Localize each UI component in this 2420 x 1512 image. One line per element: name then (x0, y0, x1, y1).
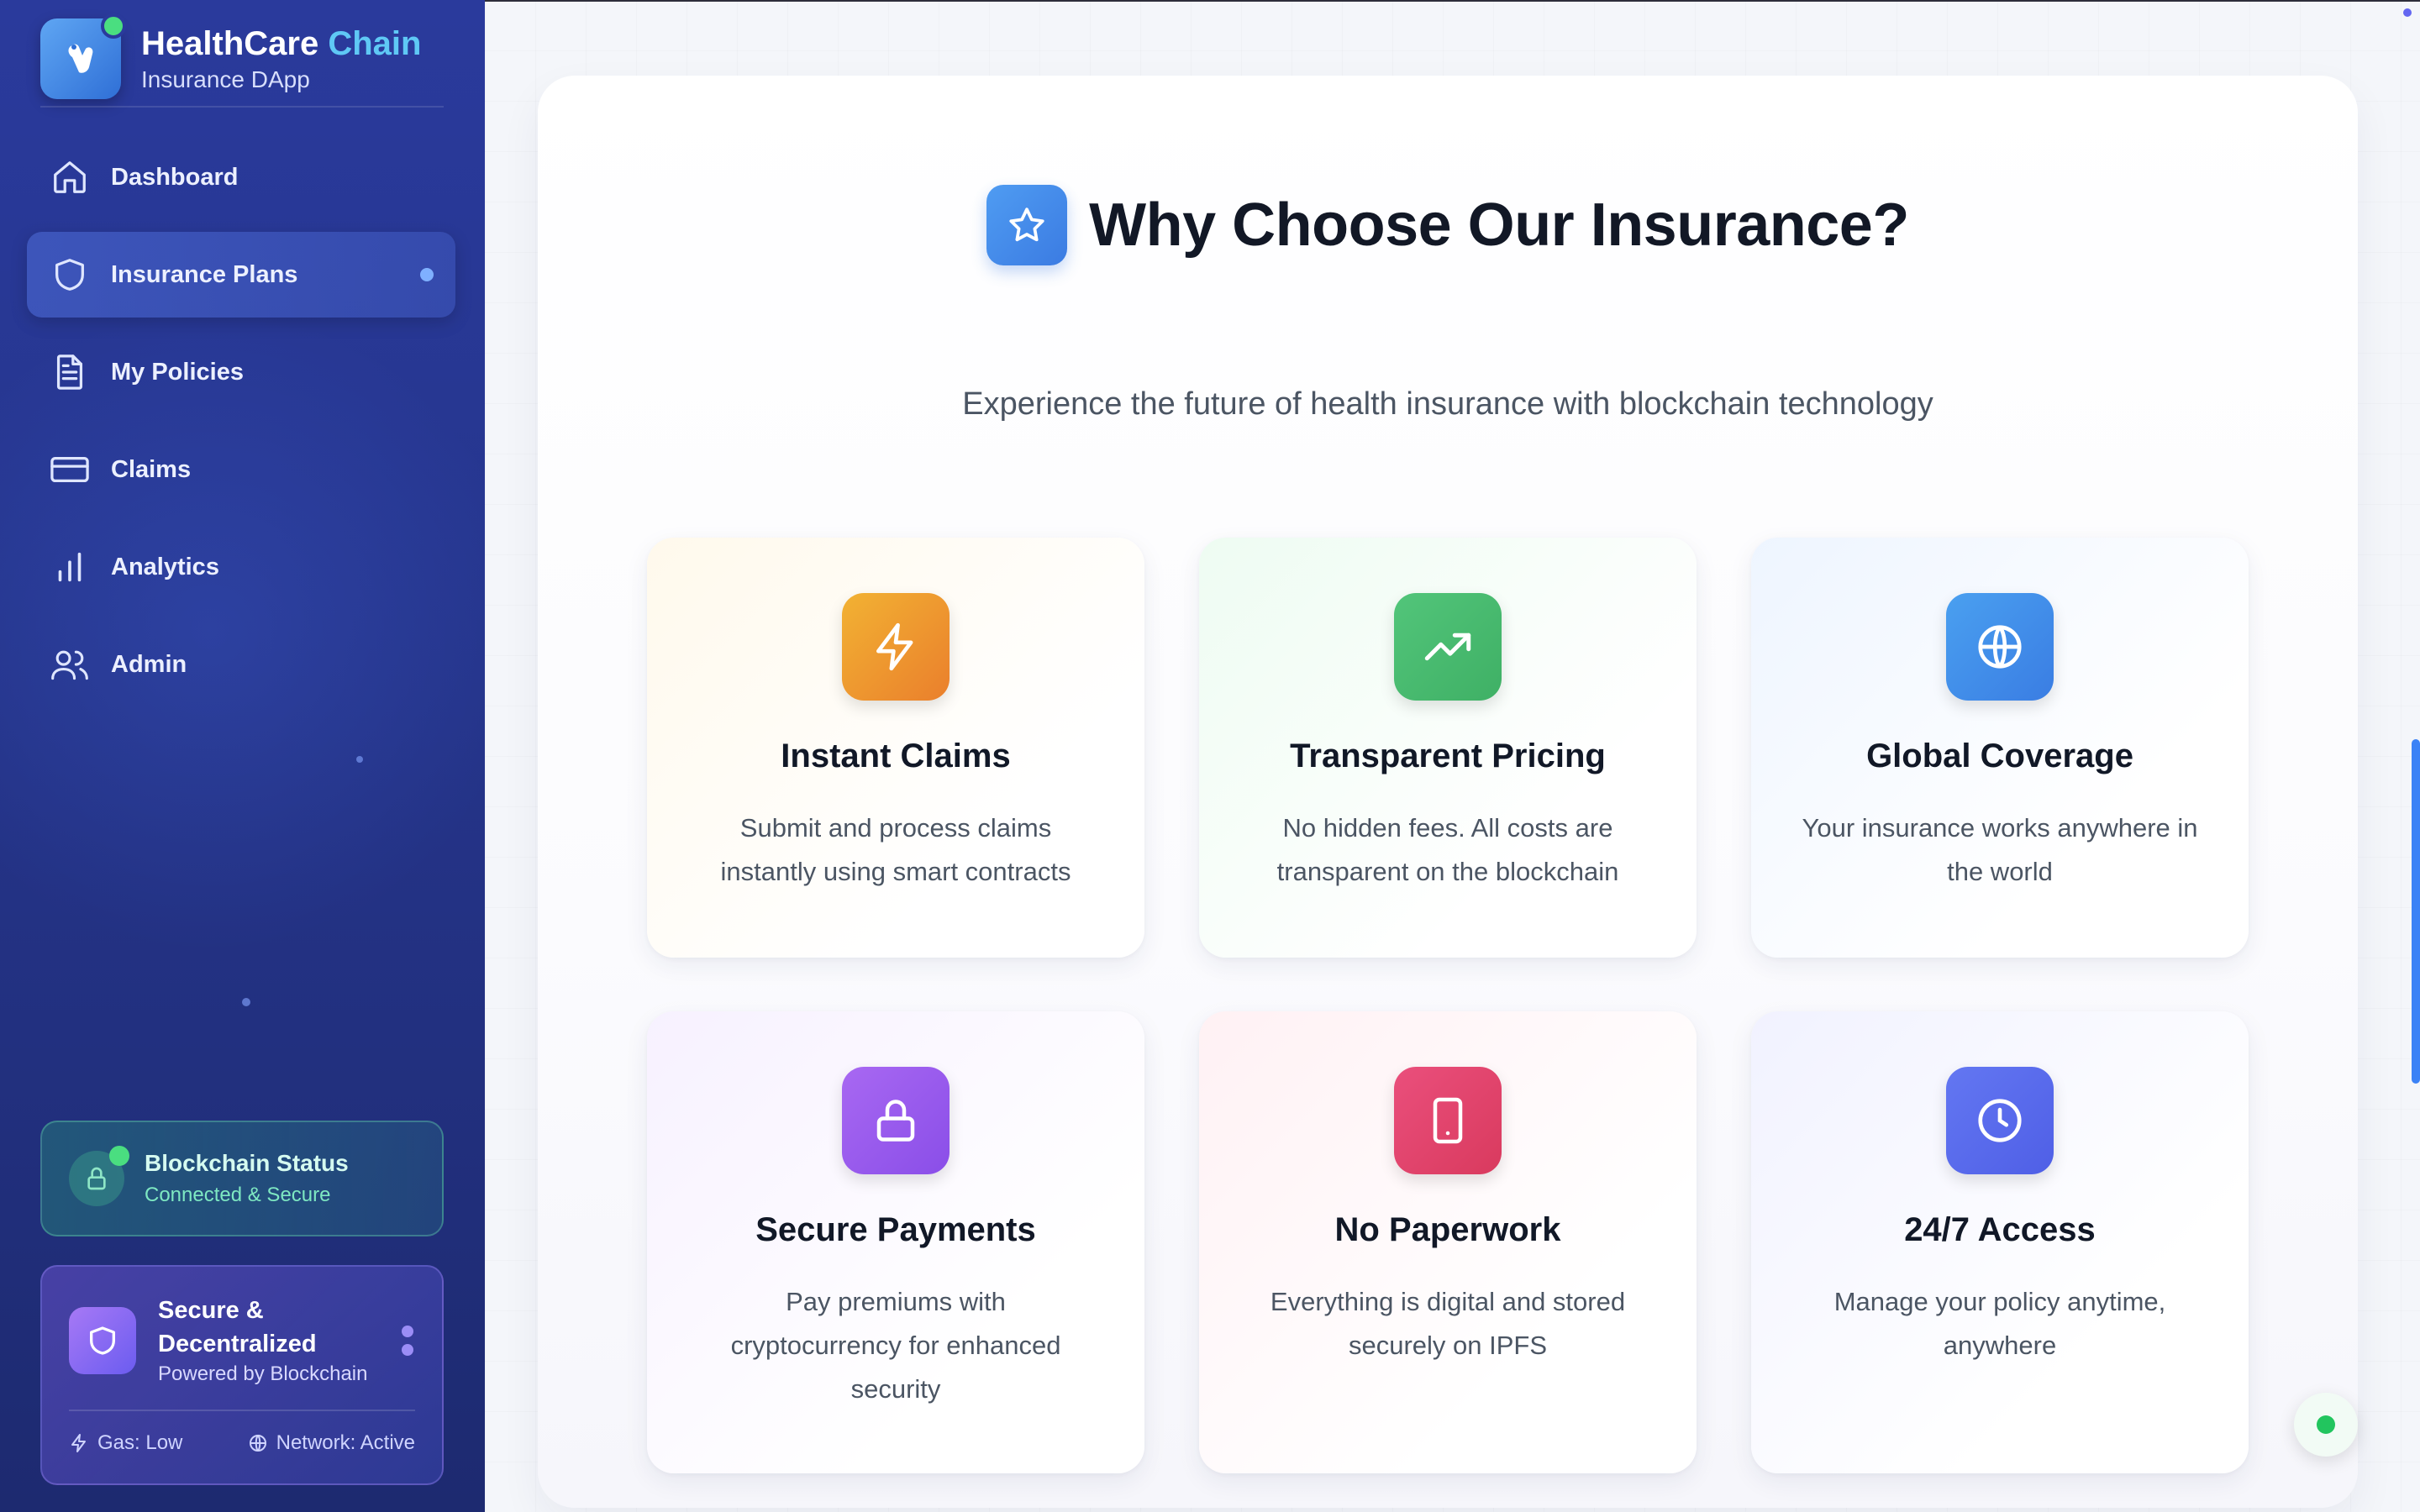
secure-subtitle: Powered by Blockchain (158, 1362, 368, 1385)
star-icon (986, 185, 1068, 265)
sidebar-item-label: Admin (111, 650, 187, 678)
status-dots (402, 1326, 413, 1362)
sidebar-item-label: Claims (111, 455, 192, 483)
feature-card-instant-claims[interactable]: Instant Claims Submit and process claims… (647, 538, 1144, 958)
secure-decentralized-card: Secure & Decentralized Powered by Blockc… (40, 1265, 444, 1485)
gas-label: Gas: Low (97, 1431, 183, 1454)
feature-title: No Paperwork (1334, 1211, 1561, 1248)
feature-description: Manage your policy anytime, anywhere (1833, 1287, 2166, 1360)
bar-chart-icon (49, 546, 91, 588)
sidebar-item-insurance-plans[interactable]: Insurance Plans (27, 232, 455, 318)
blockchain-status-card[interactable]: Blockchain Status Connected & Secure (40, 1121, 444, 1236)
clock-icon (1946, 1067, 2054, 1174)
feature-card-24-7-access[interactable]: 24/7 Access Manage your policy anytime, … (1751, 1011, 2249, 1473)
window-top-border (485, 0, 2420, 2)
connected-indicator (109, 1146, 129, 1166)
secure-title: Secure & Decentralized (158, 1297, 317, 1357)
trending-up-icon (1394, 593, 1502, 701)
sidebar-item-analytics[interactable]: Analytics (27, 524, 455, 610)
shield-icon (49, 254, 91, 296)
feature-card-no-paperwork[interactable]: No Paperwork Everything is digital and s… (1199, 1011, 1697, 1473)
status-subtitle: Connected & Secure (145, 1184, 331, 1206)
lightning-icon (842, 593, 950, 701)
home-icon (49, 156, 91, 198)
feature-title: Instant Claims (781, 738, 1011, 774)
logo-icon (40, 13, 126, 99)
lightning-icon (71, 1434, 86, 1452)
feature-title: 24/7 Access (1904, 1211, 2096, 1248)
brand[interactable]: HealthCare Chain Insurance DApp (40, 12, 444, 106)
lock-icon (69, 1146, 129, 1206)
globe-icon (249, 1435, 266, 1452)
section-title: Why Choose Our Insurance? (1089, 192, 1909, 259)
notification-dot (2403, 8, 2412, 17)
feature-description: Everything is digital and stored securel… (1270, 1287, 1626, 1360)
status-title: Blockchain Status (145, 1150, 349, 1176)
active-indicator (420, 268, 434, 281)
brand-title: HealthCare Chain (141, 25, 422, 62)
sidebar-item-claims[interactable]: Claims (27, 427, 455, 512)
main-content: Why Choose Our Insurance? Experience the… (485, 0, 2420, 1512)
divider (40, 106, 444, 108)
feature-card-transparent-pricing[interactable]: Transparent Pricing No hidden fees. All … (1199, 538, 1697, 958)
brand-subtitle: Insurance DApp (141, 66, 310, 92)
network-indicator: Network: Active (248, 1431, 415, 1455)
credit-card-icon (49, 449, 91, 491)
divider (69, 1410, 415, 1411)
document-icon (49, 351, 91, 393)
sidebar-item-label: My Policies (111, 358, 244, 386)
sidebar-item-admin[interactable]: Admin (27, 622, 455, 707)
network-label: Network: Active (276, 1431, 415, 1454)
sidebar-item-label: Dashboard (111, 163, 239, 191)
feature-title: Global Coverage (1866, 738, 2133, 774)
feature-title: Secure Payments (755, 1211, 1036, 1248)
decor-dot (356, 756, 363, 763)
globe-icon (1946, 593, 2054, 701)
scrollbar-thumb[interactable] (2412, 739, 2420, 1084)
sidebar-item-dashboard[interactable]: Dashboard (27, 134, 455, 220)
feature-description: No hidden fees. All costs are transparen… (1276, 813, 1619, 886)
decor-dot (242, 998, 250, 1006)
why-choose-section: Why Choose Our Insurance? Experience the… (538, 76, 2358, 1508)
sidebar-item-label: Analytics (111, 553, 219, 580)
users-icon (49, 643, 91, 685)
feature-description: Your insurance works anywhere in the wor… (1802, 813, 2198, 886)
sidebar: HealthCare Chain Insurance DApp Dashboar… (0, 0, 485, 1512)
gas-indicator: Gas: Low (69, 1431, 182, 1455)
sidebar-nav: Dashboard Insurance Plans My Policies Cl… (27, 134, 455, 719)
feature-description: Submit and process claims instantly usin… (720, 813, 1071, 886)
sidebar-item-my-policies[interactable]: My Policies (27, 329, 455, 415)
feature-card-secure-payments[interactable]: Secure Payments Pay premiums with crypto… (647, 1011, 1144, 1473)
online-indicator (101, 13, 126, 39)
feature-description: Pay premiums with cryptocurrency for enh… (730, 1287, 1061, 1404)
tablet-icon (1394, 1067, 1502, 1174)
feature-title: Transparent Pricing (1290, 738, 1606, 774)
shield-icon (69, 1307, 136, 1374)
feature-card-global-coverage[interactable]: Global Coverage Your insurance works any… (1751, 538, 2249, 958)
lock-icon (842, 1067, 950, 1174)
status-fab-button[interactable] (2294, 1393, 2358, 1457)
sidebar-item-label: Insurance Plans (111, 260, 298, 288)
online-dot-icon (2317, 1415, 2335, 1434)
section-subtitle: Experience the future of health insuranc… (962, 386, 1933, 422)
